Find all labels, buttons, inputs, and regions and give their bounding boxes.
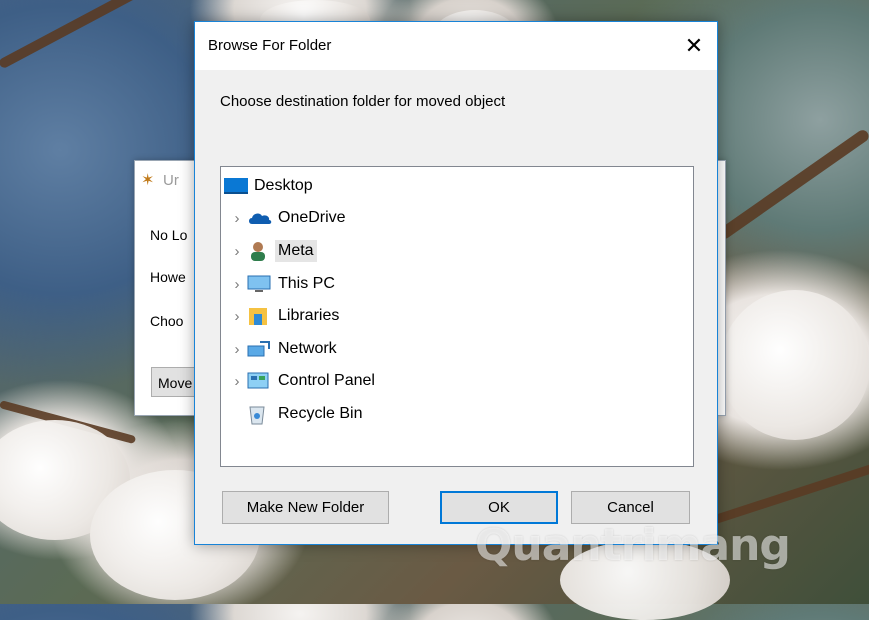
recycle-bin-icon [247,403,275,425]
tree-item-meta[interactable]: › Meta [227,237,317,265]
chevron-right-icon[interactable]: › [227,308,247,325]
control-panel-icon [247,370,275,392]
chevron-right-icon[interactable]: › [227,276,247,293]
tree-item-this-pc[interactable]: › This PC [227,270,338,298]
chevron-right-icon[interactable]: › [227,341,247,358]
close-icon: ✕ [684,33,704,58]
chevron-right-icon[interactable]: › [227,210,247,227]
background-window-text-line: Choo [150,313,184,329]
dialog-prompt: Choose destination folder for moved obje… [220,93,506,110]
background-window-text-line: No Lo [150,227,188,243]
tree-item-onedrive[interactable]: › OneDrive [227,204,349,232]
make-new-folder-button[interactable]: Make New Folder [222,491,389,524]
browse-for-folder-dialog: Browse For Folder ✕ Choose destination f… [194,21,718,545]
chevron-right-icon[interactable]: › [227,373,247,390]
tree-item-label: Meta [275,240,317,262]
tree-item-desktop[interactable]: Desktop [223,172,316,200]
close-button[interactable]: ✕ [671,22,717,70]
background-window-text-line: Howe [150,269,186,285]
tree-item-network[interactable]: › Network [227,335,340,363]
folder-tree[interactable]: Desktop › OneDrive › Meta › This PC › Li… [220,166,694,467]
tree-item-label: Recycle Bin [278,405,363,422]
user-icon [247,240,275,262]
chevron-right-icon[interactable]: › [227,243,247,260]
network-icon [247,338,275,360]
tree-item-recycle-bin[interactable]: Recycle Bin [247,400,365,428]
desktop-icon [223,175,251,197]
tree-item-control-panel[interactable]: › Control Panel [227,367,378,395]
background-window-title: Ur [163,171,179,189]
watermark-logo: Quantrimang [475,520,791,571]
libraries-icon [247,305,275,327]
tree-item-label: This PC [278,275,335,292]
tree-item-label: OneDrive [278,209,346,226]
tree-item-label: Network [278,340,337,357]
tree-item-label: Libraries [278,307,340,324]
tree-item-libraries[interactable]: › Libraries [227,302,342,330]
dialog-titlebar: Browse For Folder ✕ [195,22,717,70]
magic-wand-icon: ✶ [141,172,155,189]
tree-item-label: Control Panel [278,372,375,389]
tree-item-label: Desktop [254,177,313,194]
dialog-title: Browse For Folder [208,37,332,54]
this-pc-icon [247,273,275,295]
onedrive-icon [247,207,275,229]
